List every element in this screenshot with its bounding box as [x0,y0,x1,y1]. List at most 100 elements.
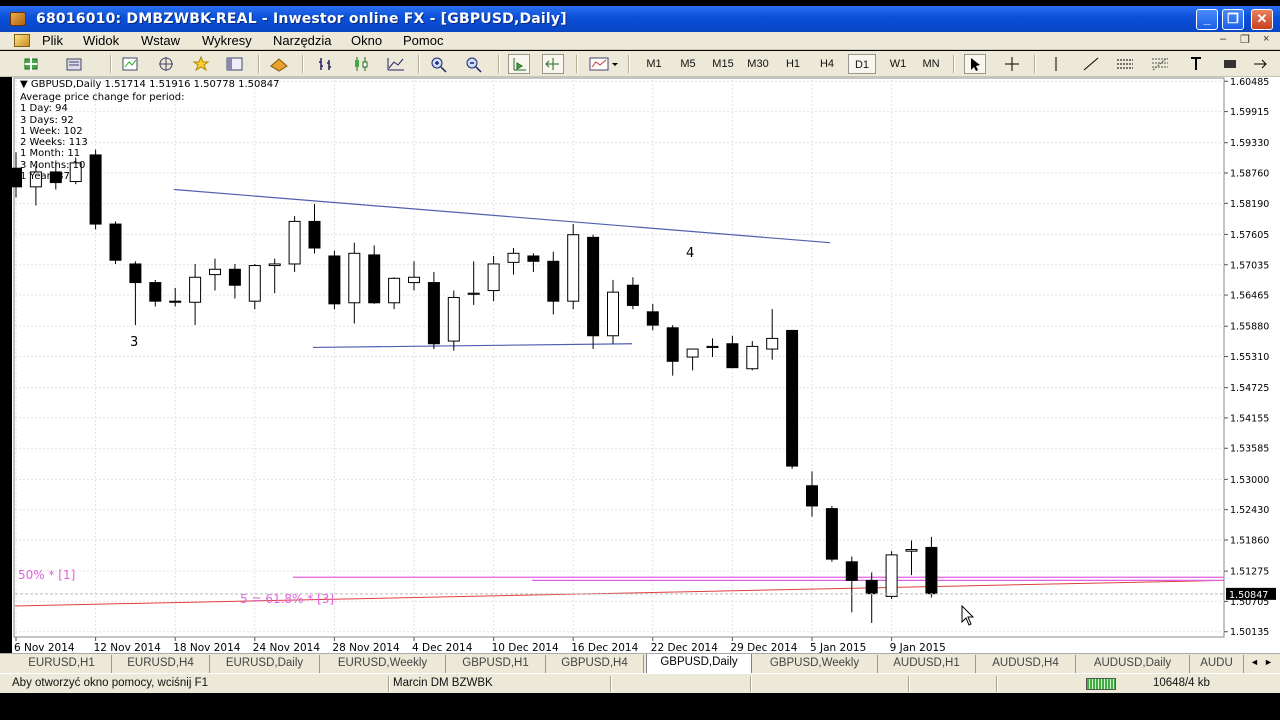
crosshair-icon[interactable] [1001,54,1023,74]
bearish-candle [527,255,540,262]
bearish-candle [427,282,440,345]
x-tick-label: 22 Dec 2014 [651,642,718,653]
period-m30-button[interactable]: M30 [744,54,772,74]
period-h4-button[interactable]: H4 [813,54,841,74]
text-label-icon[interactable] [1185,54,1207,74]
y-tick-label: 1.58760 [1230,169,1269,180]
tab-gbpusd-h1[interactable]: GBPUSD,H1 [446,655,546,673]
channel-icon[interactable] [1114,54,1136,74]
favorites-icon[interactable] [190,54,212,74]
document-icon[interactable] [14,34,30,47]
y-tick-label: 1.54725 [1230,383,1269,394]
tab-eurusd-h4[interactable]: EURUSD,H4 [112,655,210,673]
menu-okno[interactable]: Okno [351,33,382,48]
period-h1-button[interactable]: H1 [779,54,807,74]
y-tick-label: 1.56465 [1230,291,1269,302]
tab-scroll-right-icon[interactable]: ► [1264,657,1276,671]
y-tick-label: 1.60485 [1230,77,1269,88]
terminal-icon[interactable] [224,54,246,74]
menu-pomoc[interactable]: Pomoc [403,33,443,48]
y-tick-label: 1.52430 [1230,505,1269,516]
menu-wstaw[interactable]: Wstaw [141,33,180,48]
period-m1-button[interactable]: M1 [640,54,668,74]
tab-gbpusd-daily[interactable]: GBPUSD,Daily [646,654,752,674]
stat-line: 1 Day: 94 [20,103,68,115]
close-button[interactable]: ✕ [1251,9,1273,30]
period-mn-button[interactable]: MN [917,54,945,74]
tab-audusd-partial[interactable]: AUDU [1190,655,1244,673]
lower-trendline [312,343,633,349]
mdi-close-button[interactable]: × [1263,33,1269,45]
chart-area[interactable]: 1.60485 1.59915 1.59330 1.58760 1.58190 1.576… [12,77,1280,653]
menu-narzedzia[interactable]: Narzędzia [273,33,332,48]
menu-widok[interactable]: Widok [83,33,119,48]
price-chart[interactable]: 1.60485 1.59915 1.59330 1.58760 1.58190 1.576… [12,77,1280,653]
period-m5-button[interactable]: M5 [674,54,702,74]
tab-scroll-left-icon[interactable]: ◄ [1250,657,1262,671]
autoscroll-icon[interactable] [508,54,530,74]
y-tick-label: 1.55310 [1230,352,1269,363]
tab-eurusd-daily[interactable]: EURUSD,Daily [210,655,320,673]
tab-gbpusd-h4[interactable]: GBPUSD,H4 [546,655,644,673]
zoom-in-icon[interactable] [428,54,450,74]
y-tick-label: 1.50135 [1230,627,1269,638]
bullish-candle [507,252,520,263]
y-tick-label: 1.55880 [1230,322,1269,333]
navigator-icon[interactable] [155,54,177,74]
app-icon[interactable] [10,12,26,26]
profiles-icon[interactable] [64,54,86,74]
plot-frame [13,77,1225,638]
menu-bar: Plik Widok Wstaw Wykresy Narzędzia Okno … [0,32,1280,50]
period-w1-button[interactable]: W1 [884,54,912,74]
period-m15-button[interactable]: M15 [709,54,737,74]
minimize-button[interactable]: _ [1196,9,1218,30]
bullish-candle [766,337,779,350]
new-chart-icon[interactable] [22,54,44,74]
chart-shift-icon[interactable] [542,54,564,74]
bar-chart-icon[interactable] [315,54,337,74]
candlestick-icon[interactable] [350,54,372,74]
period-d1-button[interactable]: D1 [848,54,876,74]
mdi-restore-button[interactable]: ❐ [1240,33,1250,46]
x-tick-label: 16 Dec 2014 [571,642,638,653]
tab-eurusd-weekly[interactable]: EURUSD,Weekly [320,655,446,673]
bearish-candle [547,260,560,302]
bullish-candle [567,234,580,302]
tab-audusd-h1[interactable]: AUDUSD,H1 [878,655,976,673]
x-tick-label: 9 Jan 2015 [890,642,946,653]
x-tick-label: 29 Dec 2014 [730,642,797,653]
bullish-candle [706,345,719,348]
fib-label-1: 50% * [1] [18,568,75,582]
auto-trading-icon[interactable] [268,54,290,74]
indicators-icon[interactable] [588,54,620,74]
arrows-icon[interactable] [1250,54,1272,74]
chart-tabs: EURUSD,H1 EURUSD,H4 EURUSD,Daily EURUSD,… [0,653,1280,674]
menu-plik[interactable]: Plik [42,33,63,48]
tab-eurusd-h1[interactable]: EURUSD,H1 [12,655,112,673]
y-tick-label: 1.51860 [1230,535,1269,546]
bearish-candle [149,282,162,302]
zoom-out-icon[interactable] [463,54,485,74]
tab-gbpusd-weekly[interactable]: GBPUSD,Weekly [752,655,878,673]
cursor-icon[interactable] [964,54,986,74]
vertical-line-icon[interactable] [1045,54,1067,74]
bearish-candle [169,300,182,303]
mdi-minimize-button[interactable]: – [1220,33,1226,45]
market-watch-icon[interactable] [120,54,142,74]
menu-wykresy[interactable]: Wykresy [202,33,252,48]
tab-audusd-daily[interactable]: AUDUSD,Daily [1076,655,1190,673]
maximize-button[interactable]: ❐ [1222,9,1244,30]
y-tick-label: 1.54155 [1230,413,1269,424]
bearish-candle [646,311,659,326]
trendline-icon[interactable] [1080,54,1102,74]
line-chart-icon[interactable] [385,54,407,74]
fibonacci-icon[interactable] [1149,54,1171,74]
status-bar: Aby otworzyć okno pomocy, wciśnij F1 Mar… [0,673,1280,693]
x-tick-label: 10 Dec 2014 [492,642,559,653]
moving-average-line [14,579,1225,607]
bearish-candle [825,508,838,560]
bullish-candle [248,265,261,302]
bearish-candle [129,263,142,284]
tab-audusd-h4[interactable]: AUDUSD,H4 [976,655,1076,673]
shapes-icon[interactable] [1220,54,1242,74]
